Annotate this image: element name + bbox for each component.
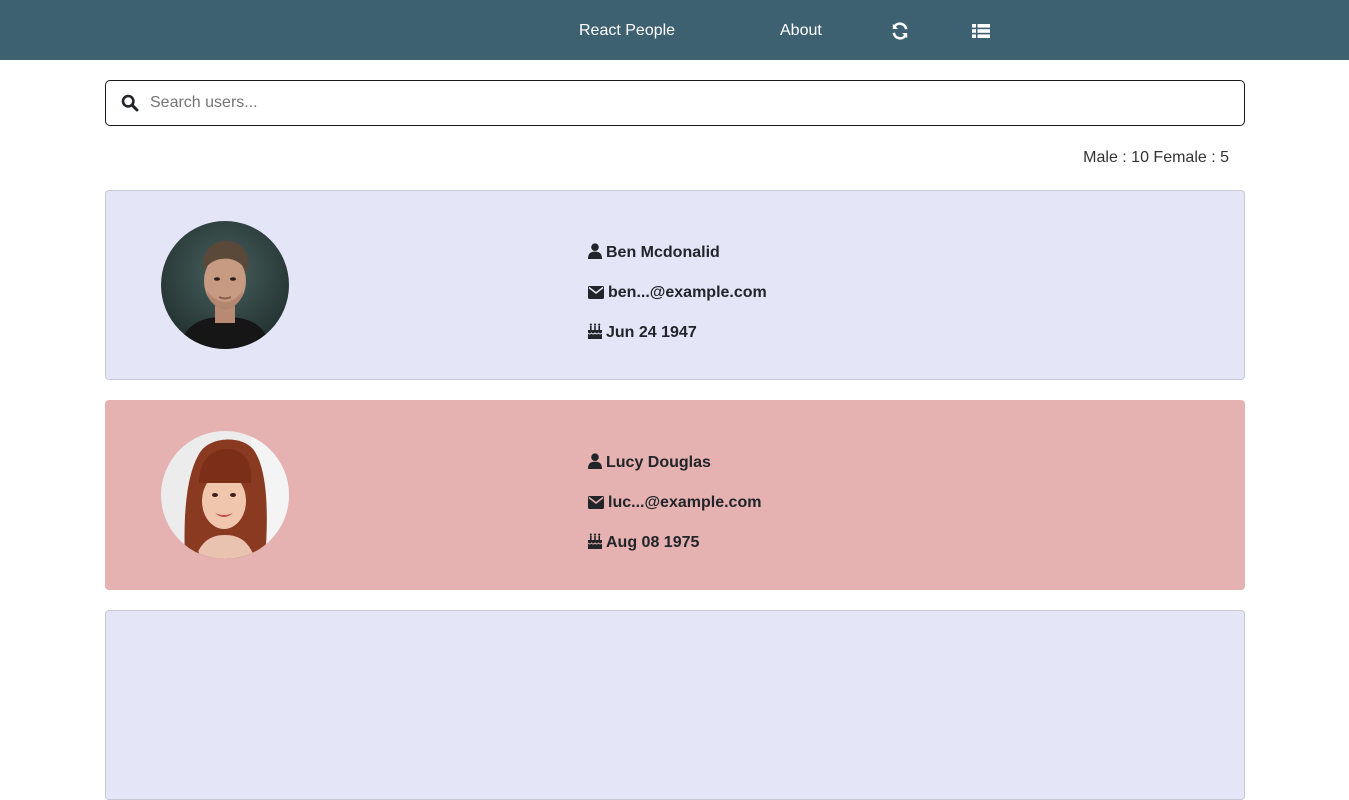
nav-about-link[interactable]: About <box>780 0 822 60</box>
search-icon <box>121 94 139 117</box>
birthday-cake-icon <box>587 533 603 555</box>
user-email: ben...@example.com <box>608 284 767 301</box>
user-name: Ben Mcdonalid <box>606 244 720 261</box>
envelope-icon <box>588 495 604 515</box>
envelope-icon <box>588 285 604 305</box>
birthday-cake-icon <box>587 323 603 345</box>
search-box <box>105 80 1245 126</box>
user-birthday: Jun 24 1947 <box>606 324 697 341</box>
user-card[interactable]: Ben Mcdonalid ben...@example.com Jun 24 … <box>105 190 1245 380</box>
user-name-row: Ben Mcdonalid <box>588 243 720 263</box>
user-card[interactable] <box>105 610 1245 800</box>
user-name-row: Lucy Douglas <box>588 453 711 473</box>
user-birthday-row: Jun 24 1947 <box>587 323 697 345</box>
user-icon <box>588 453 602 475</box>
search-input[interactable] <box>150 82 1230 124</box>
top-navbar: React People About <box>0 0 1349 60</box>
list-icon[interactable] <box>972 23 990 44</box>
refresh-icon[interactable] <box>891 22 909 45</box>
user-birthday-row: Aug 08 1975 <box>587 533 700 555</box>
user-name: Lucy Douglas <box>606 454 711 471</box>
user-birthday: Aug 08 1975 <box>606 534 700 551</box>
user-avatar <box>161 431 289 559</box>
user-email-row: luc...@example.com <box>588 493 761 513</box>
user-avatar <box>161 221 289 349</box>
user-card[interactable]: Lucy Douglas luc...@example.com Aug 08 1… <box>105 400 1245 590</box>
nav-brand-link[interactable]: React People <box>579 0 675 60</box>
gender-counts: Male : 10 Female : 5 <box>1083 149 1229 166</box>
user-email: luc...@example.com <box>608 494 762 511</box>
user-email-row: ben...@example.com <box>588 283 767 303</box>
user-icon <box>588 243 602 265</box>
